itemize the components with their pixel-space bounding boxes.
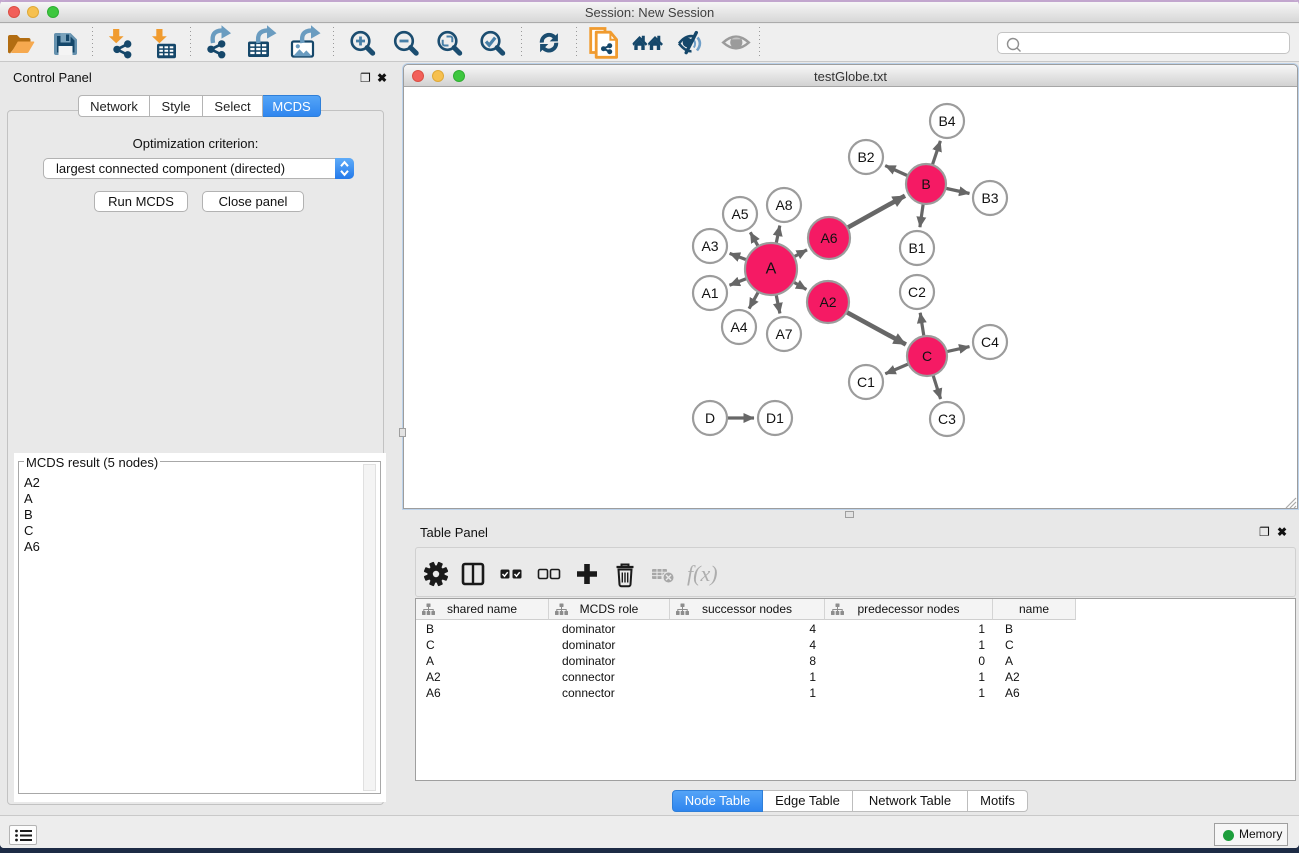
svg-text:D: D <box>705 410 715 426</box>
svg-text:B3: B3 <box>981 190 998 206</box>
svg-text:C1: C1 <box>857 374 875 390</box>
svg-text:C: C <box>922 348 932 364</box>
svg-text:A4: A4 <box>730 319 747 335</box>
svg-text:A6: A6 <box>820 230 837 246</box>
svg-text:A7: A7 <box>775 326 792 342</box>
svg-text:A8: A8 <box>775 197 792 213</box>
svg-text:B2: B2 <box>857 149 874 165</box>
svg-text:A5: A5 <box>731 206 748 222</box>
svg-text:C2: C2 <box>908 284 926 300</box>
svg-text:C4: C4 <box>981 334 999 350</box>
svg-text:A2: A2 <box>819 294 836 310</box>
svg-text:A1: A1 <box>701 285 718 301</box>
svg-text:B1: B1 <box>908 240 925 256</box>
svg-text:A3: A3 <box>701 238 718 254</box>
svg-text:B4: B4 <box>938 113 955 129</box>
svg-text:A: A <box>766 261 777 278</box>
svg-text:B: B <box>921 176 930 192</box>
svg-text:C3: C3 <box>938 411 956 427</box>
svg-text:D1: D1 <box>766 410 784 426</box>
svg-text:f(x): f(x) <box>687 561 718 586</box>
